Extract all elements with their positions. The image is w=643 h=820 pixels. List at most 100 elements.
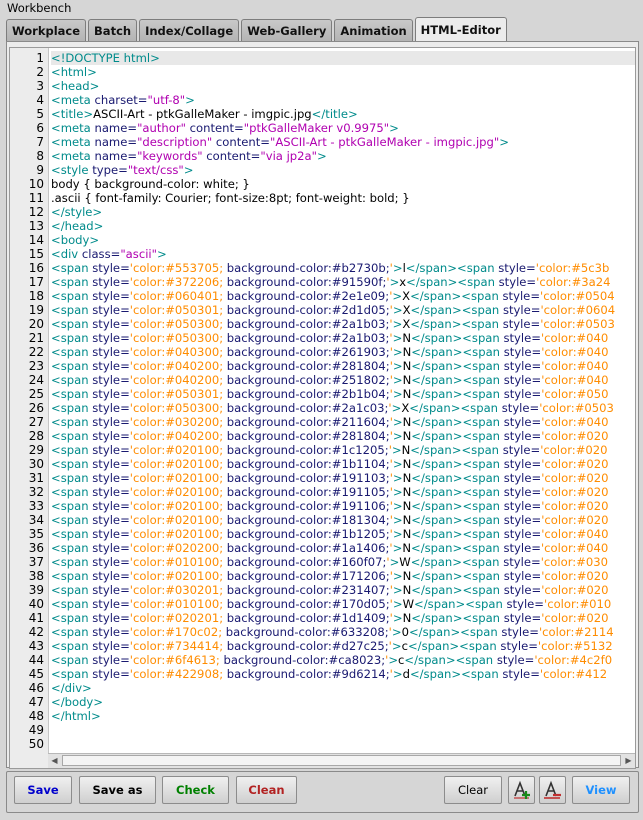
code-token: 'color:#040 (541, 345, 609, 359)
code-token: 'color:#412 (539, 667, 608, 681)
line-number: 24 (28, 373, 44, 387)
line-number: 17 (28, 275, 44, 289)
code-token: <meta (51, 135, 95, 149)
code-token: background-color:#281804; (226, 359, 390, 373)
code-token: </style> (51, 205, 103, 219)
code-token: > (392, 499, 403, 513)
code-token: style= (92, 513, 130, 527)
line-number: 14 (28, 233, 44, 247)
code-token: 0 (401, 625, 409, 639)
font-larger-button[interactable] (508, 776, 535, 804)
code-token: N (402, 513, 412, 527)
clean-button[interactable]: Clean (236, 776, 297, 804)
clear-button[interactable]: Clear (444, 776, 502, 804)
code-token: > (392, 317, 403, 331)
code-token: style= (92, 443, 130, 457)
code-token: > (392, 359, 403, 373)
code-token: > (391, 625, 402, 639)
code-token: <span (51, 387, 93, 401)
code-token: N (402, 541, 412, 555)
save-button-label: Save (27, 783, 59, 797)
code-token: style= (92, 317, 130, 331)
code-token: 'color:#040 (541, 359, 609, 373)
code-token: > (389, 121, 399, 135)
code-token: background-color:#160f07; (226, 555, 387, 569)
code-token: </span><span (405, 261, 499, 275)
horizontal-scrollbar[interactable]: ◀ ▶ (48, 753, 635, 768)
arrow-left-icon[interactable]: ◀ (48, 754, 61, 767)
code-token: background-color:#633208; (225, 625, 389, 639)
tab-html-editor[interactable]: HTML-Editor (414, 17, 507, 42)
code-line: <span style='color:#020100; background-c… (51, 499, 609, 513)
code-token: style= (503, 583, 542, 597)
line-number: 3 (36, 79, 44, 93)
code-token: 'color:#020 (541, 611, 609, 625)
code-token: > (392, 569, 403, 583)
tab-animation[interactable]: Animation (334, 19, 413, 41)
save-button[interactable]: Save (14, 776, 72, 804)
code-token: <span (51, 527, 93, 541)
line-number: 13 (28, 219, 44, 233)
code-token: style= (92, 275, 130, 289)
code-token: > (392, 471, 403, 485)
code-token: 'color:#020 (541, 429, 609, 443)
code-token: 'color:#020100; (129, 513, 227, 527)
code-token: N (402, 611, 412, 625)
line-number: 26 (28, 401, 44, 415)
code-token: "via jp2a" (260, 149, 317, 163)
tab-index-collage[interactable]: Index/Collage (139, 19, 240, 41)
html-editor[interactable]: 1 2 3 4 5 6 7 8 9 10 11 12 13 14 15 16 17 18 19 20 21 22 23 24 2… (9, 47, 636, 769)
tab-workplace[interactable]: Workplace (6, 19, 87, 41)
code-token: > (392, 415, 403, 429)
code-line: <span style='color:#372206; background-c… (51, 275, 611, 289)
code-token: 'color:#020 (541, 485, 609, 499)
code-token: 'color:#040 (540, 331, 609, 345)
arrow-right-icon[interactable]: ▶ (622, 754, 635, 767)
code-token: > (392, 611, 403, 625)
code-token: </span><span (411, 471, 504, 485)
code-token: 'color:#050301; (129, 387, 227, 401)
tab-bar: Workplace Batch Index/Collage Web-Gallery An… (6, 17, 507, 42)
code-line: <title>ASCII-Art - ptkGalleMaker - imgpi… (51, 107, 358, 121)
code-line: <html> (51, 65, 97, 79)
code-line: <style type="text/css"> (51, 163, 193, 177)
code-line: <span style='color:#060401; background-c… (51, 289, 615, 303)
code-token: style= (502, 289, 541, 303)
code-token: > (392, 583, 403, 597)
code-token: style= (92, 499, 130, 513)
code-token: W (399, 555, 411, 569)
code-token: style= (502, 443, 541, 457)
code-token: </head> (51, 219, 104, 233)
tab-batch[interactable]: Batch (88, 19, 138, 41)
code-token: style= (501, 401, 540, 415)
code-line: <span style='color:#030200; background-c… (51, 415, 609, 429)
code-token: </span><span (411, 485, 504, 499)
line-number: 33 (28, 499, 44, 513)
save-as-button[interactable]: Save as (79, 776, 156, 804)
code-line: <span style='color:#050300; background-c… (51, 317, 615, 331)
code-token: </span><span (411, 429, 504, 443)
code-token: N (402, 345, 412, 359)
tab-web-gallery[interactable]: Web-Gallery (241, 19, 333, 41)
clean-button-label: Clean (248, 783, 285, 797)
code-line: <meta name="author" content="ptkGalleMak… (51, 121, 399, 135)
code-token: background-color:#191106; (226, 499, 390, 513)
line-number: 30 (28, 457, 44, 471)
code-line: <span style='color:#553705; background-c… (51, 261, 609, 275)
code-token: > (389, 275, 400, 289)
code-token: </title> (311, 107, 358, 121)
font-smaller-icon (544, 780, 561, 799)
font-smaller-button[interactable] (539, 776, 566, 804)
code-line: <span style='color:#020200; background-c… (51, 541, 608, 555)
view-button[interactable]: View (572, 776, 630, 804)
scrollbar-thumb[interactable] (62, 755, 621, 766)
check-button[interactable]: Check (162, 776, 229, 804)
code-token: <span (51, 583, 93, 597)
code-area[interactable]: <!DOCTYPE html> <html> <head> <meta charset… (51, 48, 635, 754)
code-token: background-color:#211604; (226, 415, 390, 429)
line-number: 40 (28, 597, 44, 611)
code-token: background-color:#251802; (226, 373, 390, 387)
code-token: > (499, 135, 509, 149)
code-token: > (392, 373, 403, 387)
code-token: <span (51, 401, 93, 415)
